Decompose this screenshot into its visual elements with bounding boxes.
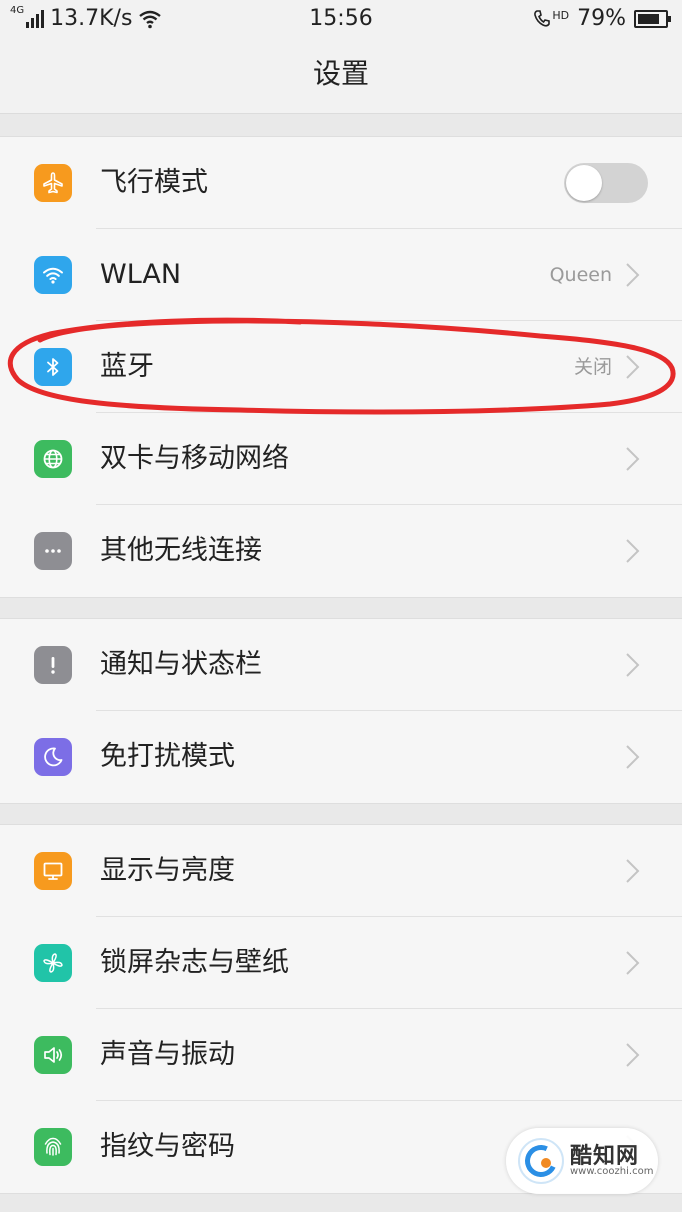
chevron-right-icon (626, 653, 640, 677)
call-hd-label: HD (552, 8, 570, 22)
setting-sound-vibration[interactable]: 声音与振动 (0, 1009, 682, 1101)
setting-airplane-mode[interactable]: 飞行模式 (0, 137, 682, 229)
settings-group-connectivity: 飞行模式 WLAN Queen 蓝牙 关闭 双卡与移动网络 其他无线连接 (0, 136, 682, 598)
chevron-right-icon (626, 951, 640, 975)
coozhi-logo-icon (518, 1138, 564, 1184)
chevron-right-icon (626, 1043, 640, 1067)
chevron-right-icon (626, 355, 640, 379)
airplane-icon (34, 164, 72, 202)
fingerprint-icon (34, 1128, 72, 1166)
status-right: HD 79% (533, 6, 671, 31)
bluetooth-icon (34, 348, 72, 386)
settings-group-notifications: 通知与状态栏 免打扰模式 (0, 618, 682, 804)
setting-label: 飞行模式 (100, 167, 208, 198)
more-icon (34, 532, 72, 570)
setting-label: WLAN (100, 259, 182, 290)
page-title: 设置 (0, 38, 682, 114)
setting-value: Queen (549, 264, 612, 286)
chevron-right-icon (626, 859, 640, 883)
display-icon (34, 852, 72, 890)
setting-label: 免打扰模式 (100, 741, 235, 772)
setting-label: 其他无线连接 (100, 535, 262, 566)
setting-do-not-disturb[interactable]: 免打扰模式 (0, 711, 682, 803)
moon-icon (34, 738, 72, 776)
chevron-right-icon (626, 539, 640, 563)
toggle-knob (566, 165, 602, 201)
speaker-icon (34, 1036, 72, 1074)
setting-label: 显示与亮度 (100, 855, 235, 886)
chevron-right-icon (626, 263, 640, 287)
airplane-mode-toggle[interactable] (564, 163, 648, 203)
watermark-url: www.coozhi.com (570, 1166, 654, 1177)
setting-label: 声音与振动 (100, 1039, 235, 1070)
notification-icon (34, 646, 72, 684)
watermark-logo: 酷知网 www.coozhi.com (506, 1128, 658, 1194)
setting-lockscreen-wallpaper[interactable]: 锁屏杂志与壁纸 (0, 917, 682, 1009)
setting-label: 双卡与移动网络 (100, 443, 289, 474)
battery-percent: 79% (577, 6, 626, 31)
setting-label: 指纹与密码 (100, 1131, 235, 1162)
battery-icon (634, 9, 671, 28)
setting-notification-status-bar[interactable]: 通知与状态栏 (0, 619, 682, 711)
phone-hd-icon: HD (533, 9, 569, 29)
setting-dual-sim-mobile-network[interactable]: 双卡与移动网络 (0, 413, 682, 505)
setting-label: 通知与状态栏 (100, 649, 262, 680)
globe-icon (34, 440, 72, 478)
setting-label: 锁屏杂志与壁纸 (100, 947, 289, 978)
pinwheel-icon (34, 944, 72, 982)
setting-other-wireless[interactable]: 其他无线连接 (0, 505, 682, 597)
battery-fill (638, 13, 659, 24)
setting-bluetooth[interactable]: 蓝牙 关闭 (0, 321, 682, 413)
setting-wlan[interactable]: WLAN Queen (0, 229, 682, 321)
setting-label: 蓝牙 (100, 351, 154, 382)
wifi-icon (34, 256, 72, 294)
status-bar: 4G 13.7K/s 15:56 HD 79% (0, 0, 682, 38)
setting-display-brightness[interactable]: 显示与亮度 (0, 825, 682, 917)
setting-value: 关闭 (573, 356, 612, 378)
chevron-right-icon (626, 447, 640, 471)
chevron-right-icon (626, 745, 640, 769)
